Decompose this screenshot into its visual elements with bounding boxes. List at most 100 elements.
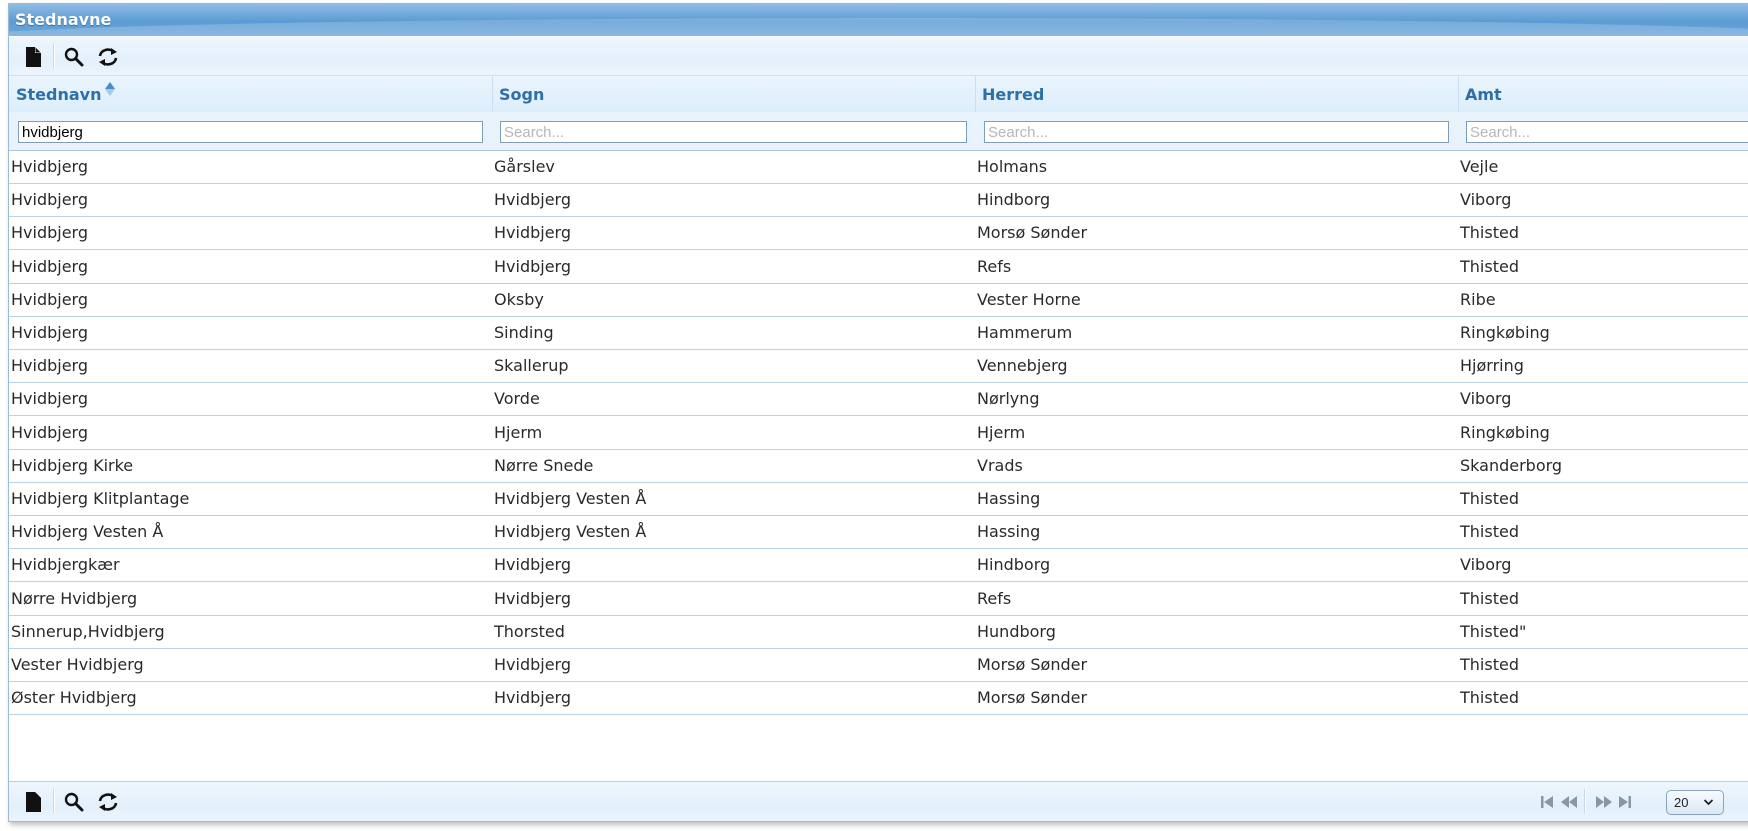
column-header-row: Stednavn Sogn Herred Amt (9, 76, 1748, 112)
amt-cell: Vejle (1460, 157, 1499, 176)
table-row[interactable]: Hvidbjerg Gårslev Holmans Vejle (9, 151, 1748, 184)
stednavn-cell: Nørre Hvidbjerg (11, 588, 138, 608)
new-document-icon (25, 47, 41, 67)
table-row[interactable]: Hvidbjerg Hvidbjerg Morsø Sønder Thisted (9, 217, 1748, 251)
sogn-cell: Hjerm (494, 422, 543, 442)
herred-cell: Morsø Sønder (977, 223, 1088, 243)
search-button[interactable] (62, 45, 86, 69)
table-row[interactable]: Hvidbjerg Skallerup Vennebjerg Hjørring (9, 350, 1748, 384)
amt-cell: Thisted (1460, 655, 1519, 674)
column-header-stednavn[interactable]: Stednavn (9, 76, 493, 112)
stednavn-cell: Vester Hvidbjerg (11, 655, 144, 674)
stednavn-cell: Hvidbjerg (11, 389, 88, 409)
amt-cell: Thisted (1460, 688, 1519, 708)
amt-cell: Thisted (1460, 256, 1519, 276)
refresh-button[interactable] (96, 790, 120, 814)
amt-cell: Ringkøbing (1460, 422, 1550, 442)
amt-cell: Viborg (1460, 389, 1512, 409)
herred-cell: Vester Horne (977, 289, 1081, 309)
stednavn-cell: Hvidbjerg (11, 190, 88, 210)
next-page-button[interactable] (1594, 791, 1614, 813)
last-page-button[interactable] (1615, 791, 1635, 813)
sogn-cell: Hvidbjerg (494, 588, 571, 608)
stednavn-cell: Øster Hvidbjerg (11, 688, 137, 708)
table-row[interactable]: Hvidbjerg Vesten Å Hvidbjerg Vesten Å Hass… (9, 516, 1748, 550)
table-row[interactable]: Hvidbjerg Hjerm Hjerm Ringkøbing (9, 416, 1748, 450)
table-row[interactable]: Hvidbjerg Kirke Nørre Snede Vrads Skanderbo… (9, 449, 1748, 483)
amt-cell: Hjørring (1460, 356, 1524, 376)
amt-cell: Thisted" (1460, 621, 1527, 641)
refresh-button[interactable] (96, 45, 120, 69)
search-icon (64, 792, 84, 812)
title-bar: Stednavne (9, 4, 1748, 36)
column-header-herred[interactable]: Herred (975, 76, 1459, 112)
stednavn-cell: Hvidbjerg Vesten Å (11, 522, 164, 542)
stednavn-cell: Hvidbjerg (11, 356, 88, 376)
bottom-toolbar: 20 (9, 781, 1748, 821)
previous-page-button[interactable] (1559, 791, 1579, 813)
refresh-icon (98, 793, 118, 811)
refresh-icon (98, 48, 118, 66)
herred-cell: Refs (977, 256, 1012, 276)
last-page-icon (1619, 796, 1631, 808)
first-page-button[interactable] (1537, 791, 1557, 813)
herred-cell: Hammerum (977, 323, 1073, 342)
sogn-cell: Gårslev (494, 157, 555, 176)
herred-cell: Hassing (977, 522, 1041, 542)
sogn-cell: Skallerup (494, 356, 569, 376)
herred-cell: Refs (977, 588, 1012, 608)
new-record-button[interactable] (21, 790, 45, 814)
sogn-cell: Hvidbjerg (494, 688, 571, 708)
table-row[interactable]: Hvidbjerg Sinding Hammerum Ringkøbing (9, 317, 1748, 350)
first-page-icon (1541, 796, 1553, 808)
search-button[interactable] (62, 790, 86, 814)
column-label: Amt (1465, 85, 1502, 104)
herred-cell: Nørlyng (977, 389, 1040, 409)
sogn-cell: Hvidbjerg Vesten Å (494, 522, 647, 542)
top-toolbar (9, 37, 1748, 76)
herred-search-input[interactable] (984, 121, 1449, 143)
amt-cell: Ribe (1460, 289, 1496, 309)
table-row[interactable]: Vester Hvidbjerg Hvidbjerg Morsø Sønder Thi… (9, 649, 1748, 682)
sogn-cell: Hvidbjerg Vesten Å (494, 489, 647, 508)
amt-cell: Skanderborg (1460, 455, 1563, 475)
table-row[interactable]: Hvidbjerg Klitplantage Hvidbjerg Vesten Å… (9, 483, 1748, 516)
table-row[interactable]: Nørre Hvidbjerg Hvidbjerg Refs Thisted (9, 582, 1748, 616)
table-row[interactable]: Øster Hvidbjerg Hvidbjerg Morsø Sønder This… (9, 682, 1748, 716)
amt-cell: Thisted (1460, 522, 1519, 542)
previous-page-icon (1561, 796, 1577, 808)
sogn-cell: Nørre Snede (494, 455, 594, 475)
herred-cell: Hundborg (977, 621, 1056, 641)
amt-search-input[interactable] (1466, 121, 1748, 143)
table-row[interactable]: Hvidbjergkær Hvidbjerg Hindborg Viborg (9, 549, 1748, 583)
column-header-sogn[interactable]: Sogn (492, 76, 976, 112)
table-row[interactable]: Hvidbjerg Oksby Vester Horne Ribe (9, 283, 1748, 317)
stednavn-cell: Hvidbjerg (11, 422, 88, 442)
chevron-down-icon (1703, 799, 1714, 806)
stednavne-panel: Stednavne Stednavn Sogn Herred Amt hvidb… (8, 3, 1748, 822)
table-row[interactable]: Hvidbjerg Hvidbjerg Refs Thisted (9, 250, 1748, 284)
stednavn-cell: Hvidbjergkær (11, 555, 120, 575)
amt-cell: Viborg (1460, 555, 1512, 575)
stednavn-cell: Sinnerup,Hvidbjerg (11, 621, 165, 641)
filter-row (9, 112, 1748, 151)
stednavn-search-input[interactable] (18, 121, 483, 143)
column-header-amt[interactable]: Amt (1458, 76, 1748, 112)
sogn-search-input[interactable] (500, 121, 967, 143)
new-document-icon (25, 792, 41, 812)
toolbar-separator (53, 44, 55, 68)
sogn-cell: Sinding (494, 323, 554, 342)
herred-cell: Hindborg (977, 555, 1051, 575)
stednavn-cell: Hvidbjerg (11, 157, 88, 176)
herred-cell: Morsø Sønder (977, 655, 1088, 674)
table-row[interactable]: Hvidbjerg Hvidbjerg Hindborg Viborg (9, 184, 1748, 218)
table-row[interactable]: Hvidbjerg Vorde Nørlyng Viborg (9, 383, 1748, 417)
table-row[interactable]: Sinnerup,Hvidbjerg Thorsted Hundborg Thiste… (9, 615, 1748, 649)
herred-cell: Hassing (977, 489, 1041, 508)
new-record-button[interactable] (21, 45, 45, 69)
column-label: Stednavn (16, 85, 102, 104)
herred-cell: Holmans (977, 157, 1048, 176)
window-title: Stednavne (15, 10, 112, 29)
page-size-select[interactable]: 20 (1666, 790, 1724, 815)
amt-cell: Thisted (1460, 588, 1519, 608)
